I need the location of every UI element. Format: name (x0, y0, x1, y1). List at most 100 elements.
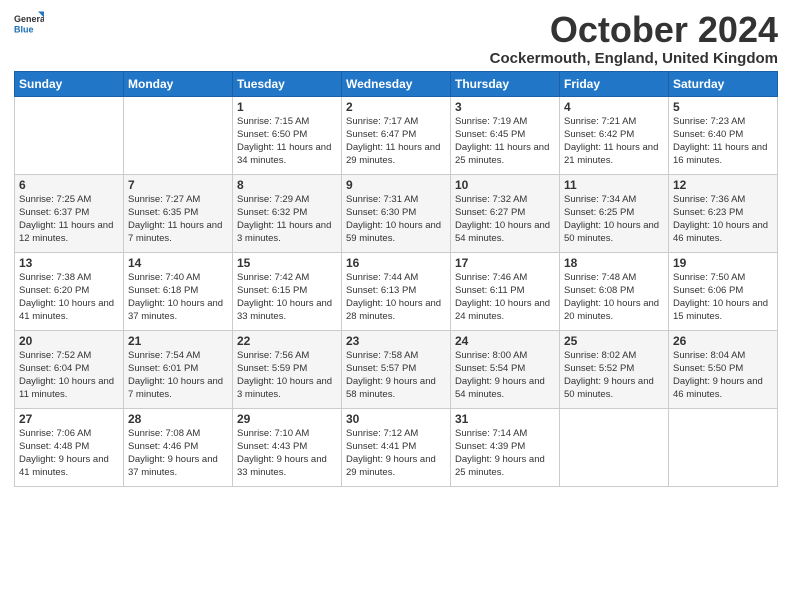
week-row-3: 13Sunrise: 7:38 AMSunset: 6:20 PMDayligh… (15, 252, 778, 330)
svg-text:General: General (14, 14, 44, 24)
cell-info: Sunrise: 7:42 AMSunset: 6:15 PMDaylight:… (237, 271, 337, 324)
day-number: 31 (455, 412, 555, 426)
week-row-2: 6Sunrise: 7:25 AMSunset: 6:37 PMDaylight… (15, 174, 778, 252)
cell-info: Sunrise: 7:08 AMSunset: 4:46 PMDaylight:… (128, 427, 228, 480)
calendar-cell: 15Sunrise: 7:42 AMSunset: 6:15 PMDayligh… (233, 252, 342, 330)
day-number: 1 (237, 100, 337, 114)
day-number: 18 (564, 256, 664, 270)
day-header-sunday: Sunday (15, 71, 124, 96)
calendar-header: SundayMondayTuesdayWednesdayThursdayFrid… (15, 71, 778, 96)
day-number: 21 (128, 334, 228, 348)
day-header-monday: Monday (124, 71, 233, 96)
calendar-cell: 6Sunrise: 7:25 AMSunset: 6:37 PMDaylight… (15, 174, 124, 252)
cell-info: Sunrise: 7:36 AMSunset: 6:23 PMDaylight:… (673, 193, 773, 246)
calendar-cell: 14Sunrise: 7:40 AMSunset: 6:18 PMDayligh… (124, 252, 233, 330)
week-row-5: 27Sunrise: 7:06 AMSunset: 4:48 PMDayligh… (15, 408, 778, 486)
cell-info: Sunrise: 7:52 AMSunset: 6:04 PMDaylight:… (19, 349, 119, 402)
day-number: 7 (128, 178, 228, 192)
calendar-cell: 9Sunrise: 7:31 AMSunset: 6:30 PMDaylight… (342, 174, 451, 252)
day-number: 13 (19, 256, 119, 270)
cell-info: Sunrise: 7:38 AMSunset: 6:20 PMDaylight:… (19, 271, 119, 324)
calendar-cell (124, 96, 233, 174)
calendar-cell: 20Sunrise: 7:52 AMSunset: 6:04 PMDayligh… (15, 330, 124, 408)
calendar-cell: 27Sunrise: 7:06 AMSunset: 4:48 PMDayligh… (15, 408, 124, 486)
day-number: 30 (346, 412, 446, 426)
calendar-cell: 4Sunrise: 7:21 AMSunset: 6:42 PMDaylight… (560, 96, 669, 174)
cell-info: Sunrise: 7:17 AMSunset: 6:47 PMDaylight:… (346, 115, 446, 168)
day-header-saturday: Saturday (669, 71, 778, 96)
calendar-cell (15, 96, 124, 174)
calendar-cell: 22Sunrise: 7:56 AMSunset: 5:59 PMDayligh… (233, 330, 342, 408)
day-number: 6 (19, 178, 119, 192)
calendar-cell: 26Sunrise: 8:04 AMSunset: 5:50 PMDayligh… (669, 330, 778, 408)
calendar-cell: 1Sunrise: 7:15 AMSunset: 6:50 PMDaylight… (233, 96, 342, 174)
day-number: 19 (673, 256, 773, 270)
day-header-wednesday: Wednesday (342, 71, 451, 96)
day-number: 3 (455, 100, 555, 114)
day-number: 4 (564, 100, 664, 114)
cell-info: Sunrise: 7:54 AMSunset: 6:01 PMDaylight:… (128, 349, 228, 402)
calendar-cell: 29Sunrise: 7:10 AMSunset: 4:43 PMDayligh… (233, 408, 342, 486)
day-number: 28 (128, 412, 228, 426)
cell-info: Sunrise: 7:48 AMSunset: 6:08 PMDaylight:… (564, 271, 664, 324)
cell-info: Sunrise: 8:04 AMSunset: 5:50 PMDaylight:… (673, 349, 773, 402)
week-row-4: 20Sunrise: 7:52 AMSunset: 6:04 PMDayligh… (15, 330, 778, 408)
calendar-cell: 25Sunrise: 8:02 AMSunset: 5:52 PMDayligh… (560, 330, 669, 408)
day-number: 15 (237, 256, 337, 270)
calendar-cell: 3Sunrise: 7:19 AMSunset: 6:45 PMDaylight… (451, 96, 560, 174)
cell-info: Sunrise: 7:46 AMSunset: 6:11 PMDaylight:… (455, 271, 555, 324)
calendar-cell: 23Sunrise: 7:58 AMSunset: 5:57 PMDayligh… (342, 330, 451, 408)
calendar-cell (560, 408, 669, 486)
cell-info: Sunrise: 7:40 AMSunset: 6:18 PMDaylight:… (128, 271, 228, 324)
day-number: 16 (346, 256, 446, 270)
day-number: 20 (19, 334, 119, 348)
month-title: October 2024 (490, 10, 778, 50)
calendar-cell: 30Sunrise: 7:12 AMSunset: 4:41 PMDayligh… (342, 408, 451, 486)
day-number: 23 (346, 334, 446, 348)
cell-info: Sunrise: 7:56 AMSunset: 5:59 PMDaylight:… (237, 349, 337, 402)
day-number: 11 (564, 178, 664, 192)
cell-info: Sunrise: 7:21 AMSunset: 6:42 PMDaylight:… (564, 115, 664, 168)
cell-info: Sunrise: 7:34 AMSunset: 6:25 PMDaylight:… (564, 193, 664, 246)
calendar-cell: 31Sunrise: 7:14 AMSunset: 4:39 PMDayligh… (451, 408, 560, 486)
calendar-cell: 16Sunrise: 7:44 AMSunset: 6:13 PMDayligh… (342, 252, 451, 330)
day-header-tuesday: Tuesday (233, 71, 342, 96)
calendar-cell: 17Sunrise: 7:46 AMSunset: 6:11 PMDayligh… (451, 252, 560, 330)
calendar-cell: 21Sunrise: 7:54 AMSunset: 6:01 PMDayligh… (124, 330, 233, 408)
day-number: 25 (564, 334, 664, 348)
calendar-cell: 7Sunrise: 7:27 AMSunset: 6:35 PMDaylight… (124, 174, 233, 252)
cell-info: Sunrise: 7:23 AMSunset: 6:40 PMDaylight:… (673, 115, 773, 168)
cell-info: Sunrise: 7:14 AMSunset: 4:39 PMDaylight:… (455, 427, 555, 480)
svg-text:Blue: Blue (14, 25, 34, 35)
cell-info: Sunrise: 7:10 AMSunset: 4:43 PMDaylight:… (237, 427, 337, 480)
cell-info: Sunrise: 7:12 AMSunset: 4:41 PMDaylight:… (346, 427, 446, 480)
calendar-cell: 24Sunrise: 8:00 AMSunset: 5:54 PMDayligh… (451, 330, 560, 408)
cell-info: Sunrise: 7:58 AMSunset: 5:57 PMDaylight:… (346, 349, 446, 402)
day-header-thursday: Thursday (451, 71, 560, 96)
week-row-1: 1Sunrise: 7:15 AMSunset: 6:50 PMDaylight… (15, 96, 778, 174)
calendar-cell: 13Sunrise: 7:38 AMSunset: 6:20 PMDayligh… (15, 252, 124, 330)
calendar-cell (669, 408, 778, 486)
day-number: 8 (237, 178, 337, 192)
calendar-cell: 8Sunrise: 7:29 AMSunset: 6:32 PMDaylight… (233, 174, 342, 252)
cell-info: Sunrise: 7:25 AMSunset: 6:37 PMDaylight:… (19, 193, 119, 246)
logo: General Blue (14, 10, 44, 40)
day-header-friday: Friday (560, 71, 669, 96)
cell-info: Sunrise: 7:29 AMSunset: 6:32 PMDaylight:… (237, 193, 337, 246)
day-number: 10 (455, 178, 555, 192)
cell-info: Sunrise: 7:31 AMSunset: 6:30 PMDaylight:… (346, 193, 446, 246)
day-number: 24 (455, 334, 555, 348)
cell-info: Sunrise: 7:15 AMSunset: 6:50 PMDaylight:… (237, 115, 337, 168)
calendar-cell: 11Sunrise: 7:34 AMSunset: 6:25 PMDayligh… (560, 174, 669, 252)
day-number: 9 (346, 178, 446, 192)
cell-info: Sunrise: 7:32 AMSunset: 6:27 PMDaylight:… (455, 193, 555, 246)
day-number: 26 (673, 334, 773, 348)
calendar-cell: 28Sunrise: 7:08 AMSunset: 4:46 PMDayligh… (124, 408, 233, 486)
day-number: 27 (19, 412, 119, 426)
day-number: 5 (673, 100, 773, 114)
calendar-cell: 19Sunrise: 7:50 AMSunset: 6:06 PMDayligh… (669, 252, 778, 330)
calendar-cell: 10Sunrise: 7:32 AMSunset: 6:27 PMDayligh… (451, 174, 560, 252)
cell-info: Sunrise: 8:02 AMSunset: 5:52 PMDaylight:… (564, 349, 664, 402)
cell-info: Sunrise: 7:06 AMSunset: 4:48 PMDaylight:… (19, 427, 119, 480)
day-number: 17 (455, 256, 555, 270)
